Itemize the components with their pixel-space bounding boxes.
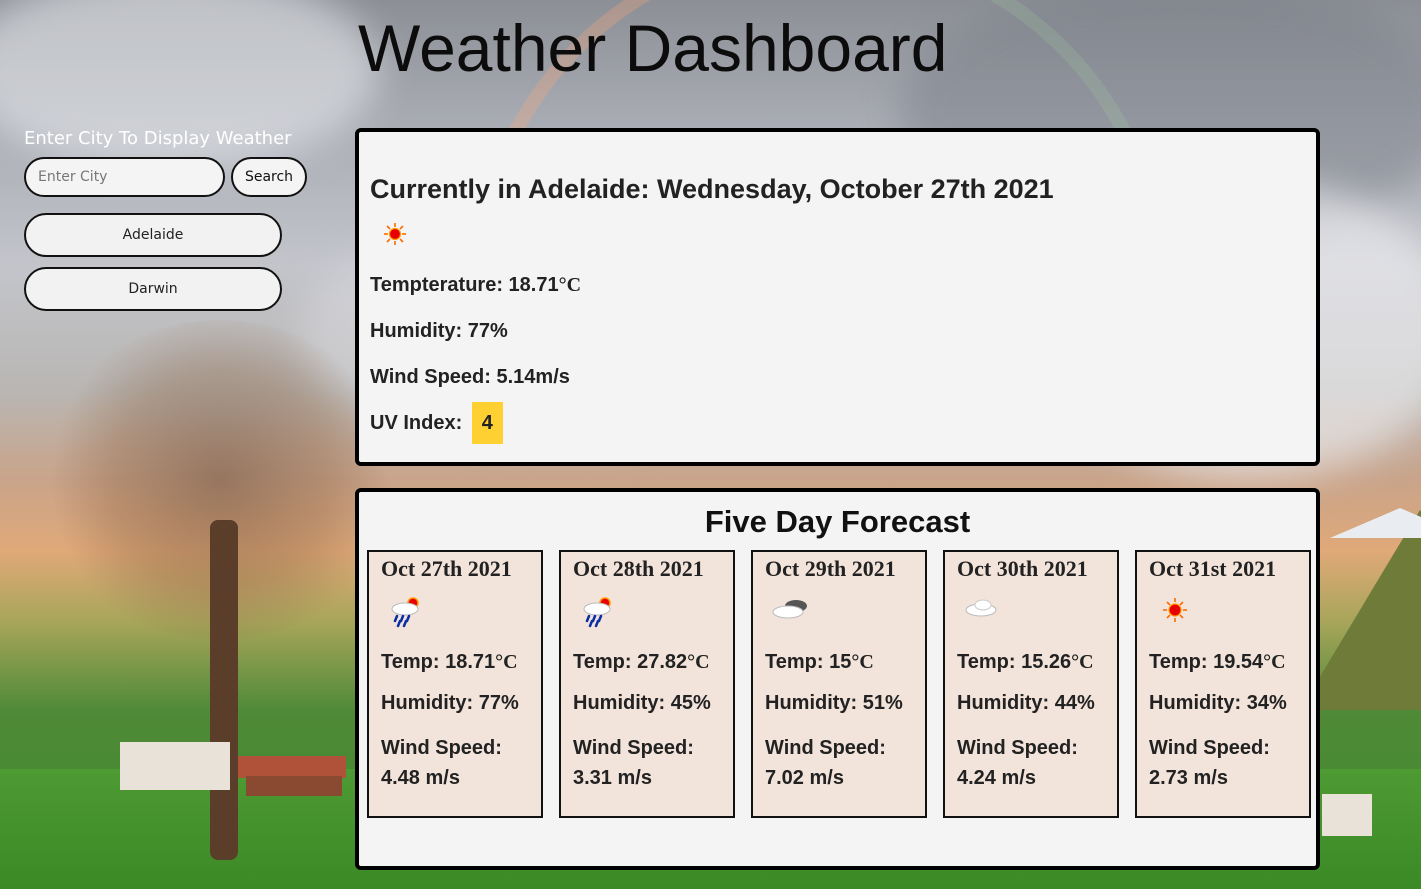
forecast-humidity: Humidity: 45% (573, 692, 711, 714)
forecast-temp-unit: °C (1263, 651, 1286, 673)
forecast-humidity: Humidity: 34% (1149, 692, 1287, 714)
sidebar: Enter City To Display Weather Search Ade… (24, 128, 309, 321)
forecast-temp: Temp: 15°C (765, 651, 925, 674)
search-heading: Enter City To Display Weather (24, 128, 292, 149)
forecast-date: Oct 31st 2021 (1149, 556, 1277, 581)
forecast-temp-label: Temp: (381, 651, 446, 673)
forecast-date: Oct 29th 2021 (765, 556, 896, 581)
history-button-darwin[interactable]: Darwin (24, 267, 282, 311)
forecast-temp: Temp: 27.82°C (573, 651, 733, 674)
forecast-temp-value: 15.26 (1021, 651, 1072, 673)
forecast-wind: Wind Speed: 3.31 m/s (573, 733, 733, 793)
forecast-wind-value: 4.24 m/s (957, 767, 1036, 789)
forecast-cards: Oct 27th 2021 Temp: 18.71°C Humidity: 77… (367, 550, 1311, 818)
current-temperature: Tempterature: 18.71°C (370, 262, 1316, 308)
rain-sun-icon (583, 597, 611, 628)
forecast-card: Oct 28th 2021 Temp: 27.82°C Humidity: 45… (559, 550, 735, 818)
forecast-wind: Wind Speed: 7.02 m/s (765, 733, 925, 793)
sun-icon (384, 223, 406, 245)
forecast-temp: Temp: 18.71°C (381, 651, 541, 674)
forecast-temp-unit: °C (851, 651, 874, 673)
forecast-wind: Wind Speed: 2.73 m/s (1149, 733, 1309, 793)
forecast-wind-label: Wind Speed: (957, 737, 1078, 759)
page-title: Weather Dashboard (358, 11, 948, 85)
forecast-date: Oct 27th 2021 (381, 556, 512, 581)
forecast-temp-label: Temp: (1149, 651, 1214, 673)
current-humidity: Humidity: 77% (370, 320, 508, 342)
forecast-date: Oct 30th 2021 (957, 556, 1088, 581)
forecast-wind-value: 7.02 m/s (765, 767, 844, 789)
forecast-wind-value: 4.48 m/s (381, 767, 460, 789)
rain-sun-icon (391, 597, 419, 628)
cloud-icon (965, 599, 997, 617)
forecast-wind: Wind Speed: 4.48 m/s (381, 733, 541, 793)
forecast-humidity: Humidity: 44% (957, 692, 1095, 714)
forecast-wind: Wind Speed: 4.24 m/s (957, 733, 1117, 793)
forecast-temp-unit: °C (495, 651, 518, 673)
temperature-unit: °C (558, 274, 582, 296)
forecast-temp-value: 15 (829, 651, 852, 673)
temperature-label: Tempterature: (370, 274, 509, 296)
forecast-temp: Temp: 15.26°C (957, 651, 1117, 674)
forecast-temp-label: Temp: (957, 651, 1022, 673)
current-wind-speed: Wind Speed: 5.14m/s (370, 366, 570, 388)
current-weather-panel: Currently in Adelaide: Wednesday, Octobe… (355, 128, 1320, 466)
forecast-temp-value: 27.82 (637, 651, 688, 673)
forecast-card: Oct 29th 2021 Temp: 15°C Humidity: 51% W… (751, 550, 927, 818)
forecast-wind-label: Wind Speed: (765, 737, 886, 759)
forecast-card: Oct 30th 2021 Temp: 15.26°C Humidity: 44… (943, 550, 1119, 818)
forecast-humidity: Humidity: 77% (381, 692, 519, 714)
forecast-card: Oct 27th 2021 Temp: 18.71°C Humidity: 77… (367, 550, 543, 818)
forecast-temp-unit: °C (687, 651, 710, 673)
forecast-temp-label: Temp: (765, 651, 830, 673)
cloudy-icon (772, 600, 807, 619)
forecast-wind-value: 2.73 m/s (1149, 767, 1228, 789)
current-weather-heading: Currently in Adelaide: Wednesday, Octobe… (370, 174, 1054, 204)
forecast-temp-label: Temp: (573, 651, 638, 673)
forecast-temp-unit: °C (1071, 651, 1094, 673)
forecast-temp-value: 18.71 (445, 651, 496, 673)
forecast-humidity: Humidity: 51% (765, 692, 903, 714)
search-row: Search (24, 157, 309, 197)
forecast-temp-value: 19.54 (1213, 651, 1264, 673)
current-uv-index: UV Index: 4 (370, 400, 1316, 446)
forecast-date: Oct 28th 2021 (573, 556, 704, 581)
forecast-heading: Five Day Forecast (704, 504, 971, 539)
forecast-panel: Five Day Forecast Oct 27th 2021 Temp: 18… (355, 488, 1320, 870)
forecast-wind-label: Wind Speed: (1149, 737, 1270, 759)
search-button[interactable]: Search (231, 157, 307, 197)
temperature-value: 18.71 (508, 274, 559, 296)
forecast-wind-label: Wind Speed: (573, 737, 694, 759)
sun-icon (1163, 598, 1187, 622)
forecast-card: Oct 31st 2021 Temp: 19.54°C Humidity: 34… (1135, 550, 1311, 818)
uv-badge: 4 (471, 402, 503, 444)
forecast-wind-value: 3.31 m/s (573, 767, 652, 789)
city-search-input[interactable] (24, 157, 225, 197)
history-button-adelaide[interactable]: Adelaide (24, 213, 282, 257)
forecast-temp: Temp: 19.54°C (1149, 651, 1309, 674)
forecast-wind-label: Wind Speed: (381, 737, 502, 759)
uv-label: UV Index: (370, 412, 468, 434)
